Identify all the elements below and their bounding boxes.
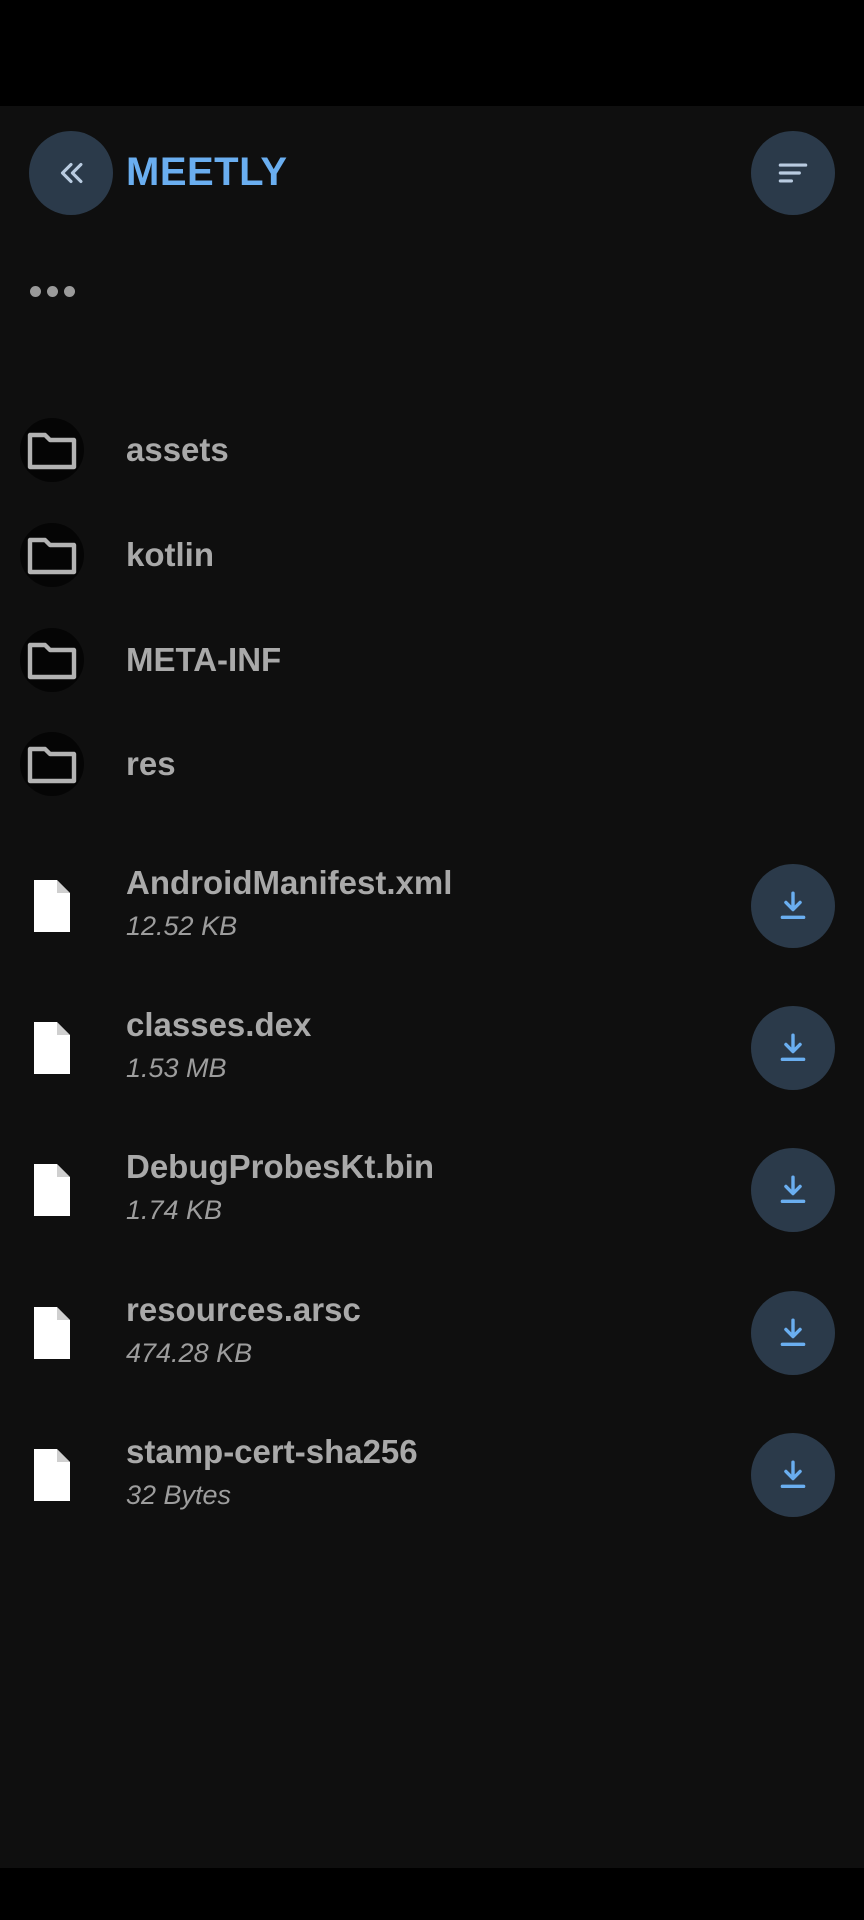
file-name: stamp-cert-sha256 [126,1433,418,1470]
folder-name: kotlin [126,536,214,573]
folder-icon [20,628,84,692]
app-title: MEETLY [126,150,288,194]
header: MEETLY [0,106,864,238]
folder-row[interactable]: assets [0,398,864,502]
file-icon [26,1444,78,1506]
file-row[interactable]: stamp-cert-sha256 32 Bytes [0,1404,864,1546]
file-icon [26,875,78,937]
file-row[interactable]: AndroidManifest.xml 12.52 KB [0,835,864,977]
file-name: DebugProbesKt.bin [126,1148,435,1185]
download-icon [780,1033,806,1062]
more-horizontal-icon [30,286,75,297]
file-size: 1.74 KB [126,1195,223,1225]
folder-row[interactable]: res [0,712,864,816]
download-button[interactable] [751,864,835,948]
download-button[interactable] [751,1433,835,1517]
parent-directory-row[interactable] [0,240,864,344]
file-icon [26,1302,78,1364]
file-size: 1.53 MB [126,1053,227,1083]
download-icon [780,1460,806,1489]
back-button[interactable] [29,131,113,215]
file-icon [26,1017,78,1079]
download-button[interactable] [751,1006,835,1090]
folder-name: res [126,745,176,782]
folder-name: META-INF [126,641,282,678]
folder-row[interactable]: META-INF [0,608,864,712]
sort-lines-icon [778,163,808,183]
file-name: AndroidManifest.xml [126,864,453,901]
file-size: 474.28 KB [126,1338,253,1368]
file-name: resources.arsc [126,1291,361,1328]
navigation-bar [0,1868,864,1920]
download-icon [780,1318,806,1347]
file-icon [26,1159,78,1221]
file-row[interactable]: classes.dex 1.53 MB [0,977,864,1119]
double-chevron-left-icon [60,162,83,184]
file-row[interactable]: resources.arsc 474.28 KB [0,1262,864,1404]
download-icon [780,891,806,920]
sort-button[interactable] [751,131,835,215]
folder-icon [20,523,84,587]
file-row[interactable]: DebugProbesKt.bin 1.74 KB [0,1119,864,1261]
status-bar [0,0,864,106]
download-button[interactable] [751,1291,835,1375]
download-button[interactable] [751,1148,835,1232]
file-browser: MEETLY assets kotlin META-INF res Androi… [0,106,864,1868]
folder-icon [20,418,84,482]
folder-icon [20,732,84,796]
file-size: 32 Bytes [126,1480,232,1510]
download-icon [780,1175,806,1204]
folder-row[interactable]: kotlin [0,503,864,607]
file-name: classes.dex [126,1006,312,1043]
folder-name: assets [126,431,229,468]
file-size: 12.52 KB [126,911,238,941]
